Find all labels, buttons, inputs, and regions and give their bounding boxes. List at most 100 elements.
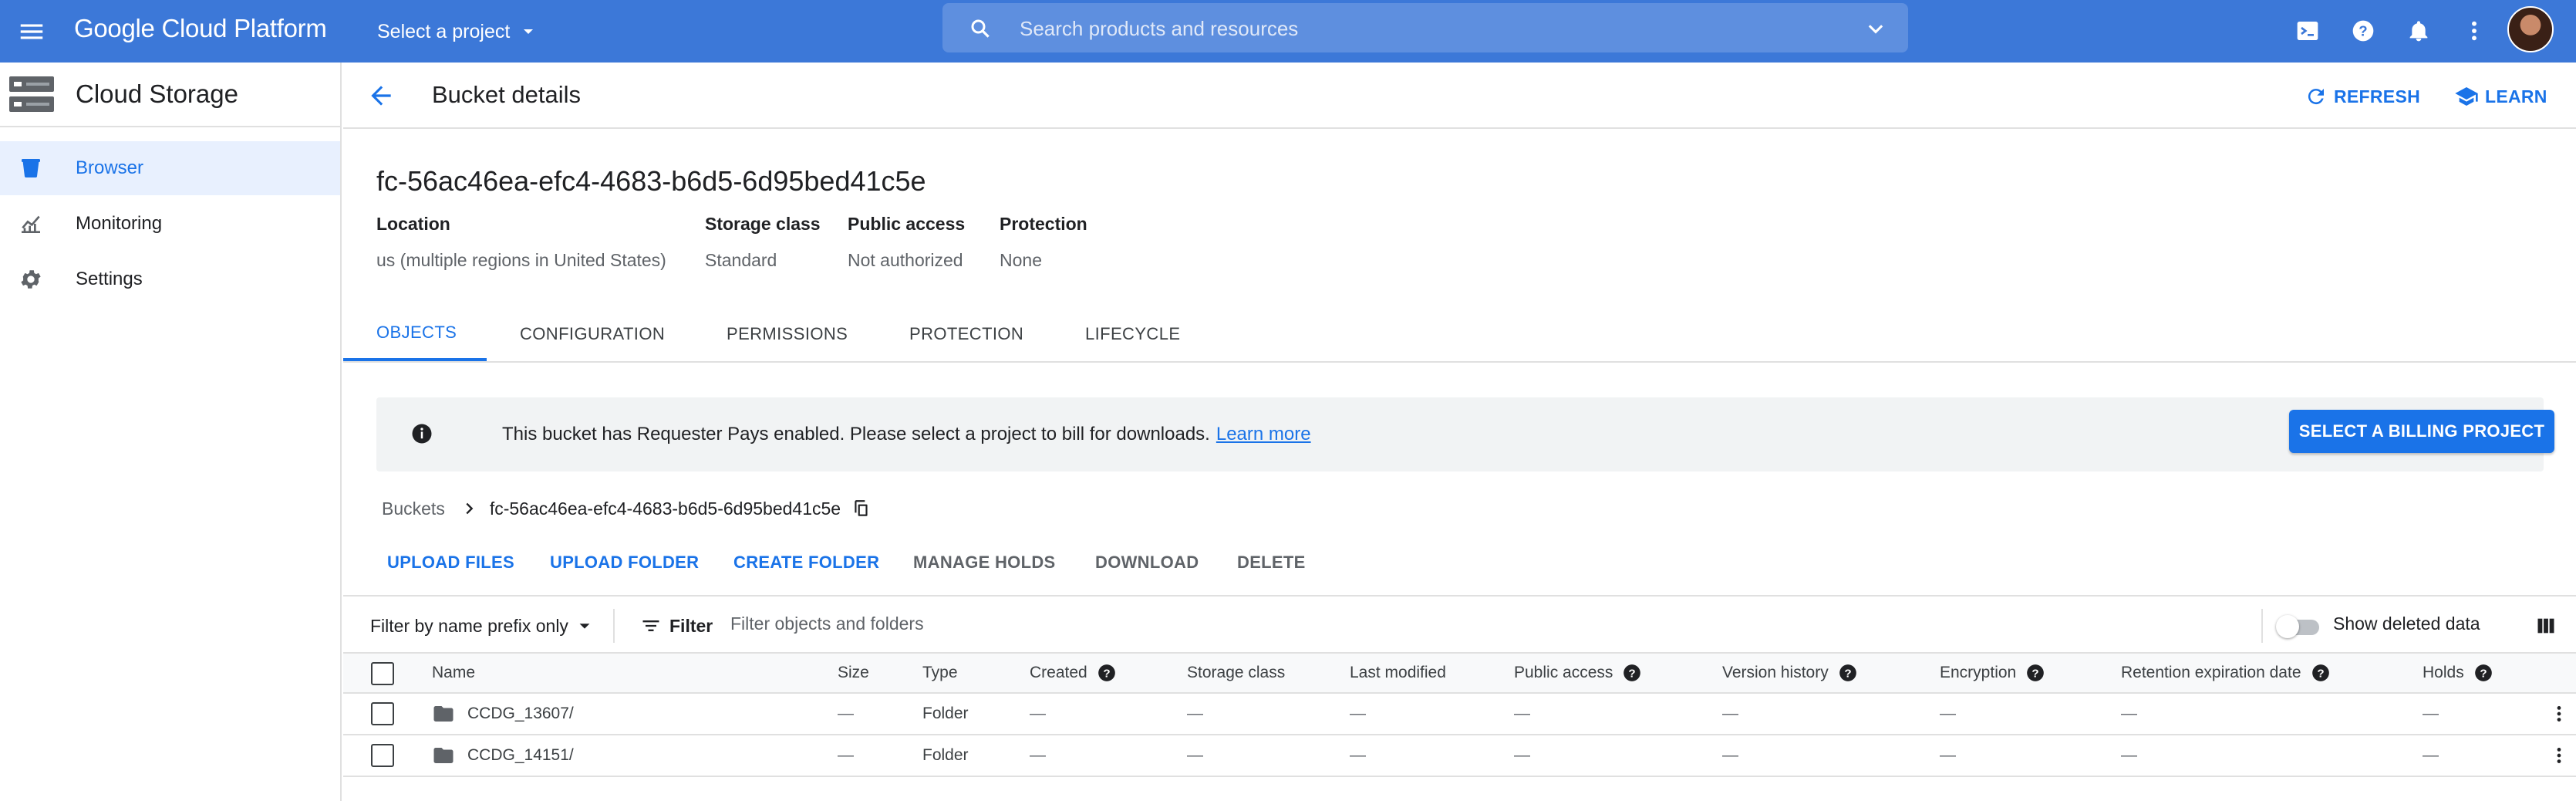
- manage-holds-button[interactable]: MANAGE HOLDS: [913, 549, 1056, 576]
- help-icon[interactable]: ?: [1622, 663, 1642, 683]
- help-icon[interactable]: ?: [2348, 15, 2379, 46]
- help-icon[interactable]: ?: [2025, 663, 2045, 683]
- banner-message: This bucket has Requester Pays enabled. …: [502, 424, 1311, 445]
- table-row[interactable]: CCDG_13607/ — Folder — — — — — — — —: [343, 694, 2576, 735]
- col-size[interactable]: Size: [838, 654, 869, 692]
- upload-files-button[interactable]: UPLOAD FILES: [387, 549, 514, 576]
- col-public-access[interactable]: Public access ?: [1514, 654, 1642, 692]
- back-arrow-icon[interactable]: [366, 81, 396, 110]
- tab-lifecycle[interactable]: LIFECYCLE: [1085, 306, 1180, 361]
- sidebar-title: Cloud Storage: [76, 79, 238, 108]
- tab-permissions[interactable]: PERMISSIONS: [727, 306, 848, 361]
- svg-text:?: ?: [1629, 667, 1636, 680]
- row-version-history: —: [1722, 705, 1738, 722]
- meta-public-access: Public access Not authorized: [848, 214, 965, 271]
- meta-value: us (multiple regions in United States): [376, 250, 666, 270]
- col-holds[interactable]: Holds ?: [2423, 654, 2493, 692]
- help-icon[interactable]: ?: [1838, 663, 1858, 683]
- learn-more-link[interactable]: Learn more: [1216, 424, 1311, 444]
- col-retention-label: Retention expiration date: [2121, 664, 2301, 681]
- col-version-history[interactable]: Version history ?: [1722, 654, 1858, 692]
- table-row[interactable]: CCDG_14151/ — Folder — — — — — — — —: [343, 735, 2576, 777]
- product-brand[interactable]: Google Cloud Platform: [74, 14, 327, 43]
- upload-folder-button[interactable]: UPLOAD FOLDER: [550, 549, 699, 576]
- folder-icon: [432, 702, 455, 725]
- row-more-vert-icon[interactable]: [2549, 735, 2569, 776]
- gear-icon: [19, 267, 43, 292]
- breadcrumb-buckets-link[interactable]: Buckets: [382, 499, 445, 519]
- select-billing-project-button[interactable]: SELECT A BILLING PROJECT: [2289, 410, 2554, 453]
- help-icon[interactable]: ?: [2473, 663, 2493, 683]
- col-name[interactable]: Name: [432, 654, 475, 692]
- tab-protection[interactable]: PROTECTION: [909, 306, 1023, 361]
- row-checkbox[interactable]: [371, 702, 394, 725]
- project-selector[interactable]: Select a project: [377, 17, 538, 46]
- row-name[interactable]: CCDG_14151/: [467, 746, 574, 765]
- row-storage-class: —: [1187, 746, 1203, 764]
- row-type: Folder: [922, 746, 969, 764]
- sidebar-item-settings[interactable]: Settings: [0, 252, 340, 306]
- meta-value: Standard: [705, 250, 777, 270]
- col-holds-label: Holds: [2423, 664, 2464, 681]
- hamburger-menu-icon[interactable]: [17, 17, 46, 46]
- row-name-cell[interactable]: CCDG_14151/: [432, 735, 574, 776]
- row-storage-class: —: [1187, 705, 1203, 722]
- show-deleted-toggle[interactable]: [2276, 615, 2322, 638]
- tab-configuration[interactable]: CONFIGURATION: [520, 306, 665, 361]
- help-icon[interactable]: ?: [2311, 663, 2331, 683]
- filter-bar: Filter by name prefix only Filter Filter…: [343, 595, 2576, 654]
- filter-prefix-dropdown[interactable]: Filter by name prefix only: [370, 613, 593, 638]
- row-name[interactable]: CCDG_13607/: [467, 705, 574, 723]
- col-retention[interactable]: Retention expiration date ?: [2121, 654, 2331, 692]
- sidebar-item-browser[interactable]: Browser: [0, 141, 340, 195]
- create-folder-button[interactable]: CREATE FOLDER: [733, 549, 879, 576]
- table-header-row: Name Size Type Created ? Storage class L…: [343, 654, 2576, 694]
- refresh-button[interactable]: REFRESH: [2305, 84, 2420, 109]
- bucket-icon: [19, 156, 43, 181]
- tab-bar: OBJECTS CONFIGURATION PERMISSIONS PROTEC…: [343, 306, 2576, 363]
- column-display-icon[interactable]: [2535, 615, 2557, 637]
- tab-objects[interactable]: OBJECTS: [343, 306, 487, 361]
- filter-button[interactable]: Filter: [640, 613, 713, 638]
- filter-list-icon: [640, 615, 669, 637]
- learn-button[interactable]: LEARN: [2454, 84, 2547, 109]
- sidebar-item-label: Monitoring: [76, 213, 163, 234]
- breadcrumb: Buckets fc-56ac46ea-efc4-4683-b6d5-6d95b…: [382, 495, 872, 522]
- copy-icon[interactable]: [851, 499, 872, 519]
- col-encryption[interactable]: Encryption ?: [1940, 654, 2045, 692]
- help-icon[interactable]: ?: [1097, 663, 1117, 683]
- cloud-shell-icon[interactable]: [2292, 15, 2323, 46]
- sidebar-item-monitoring[interactable]: Monitoring: [0, 197, 340, 251]
- page-header: Bucket details REFRESH LEARN: [343, 63, 2576, 129]
- col-last-modified[interactable]: Last modified: [1350, 654, 1446, 692]
- download-button[interactable]: DOWNLOAD: [1095, 549, 1199, 576]
- row-encryption: —: [1940, 705, 1956, 722]
- row-more-vert-icon[interactable]: [2549, 694, 2569, 734]
- more-vert-icon[interactable]: [2459, 15, 2490, 46]
- meta-key: Public access: [848, 214, 966, 234]
- notifications-bell-icon[interactable]: [2403, 15, 2434, 46]
- meta-value: None: [1000, 250, 1042, 270]
- meta-key: Storage class: [705, 214, 821, 234]
- search-bar[interactable]: Search products and resources: [942, 3, 1908, 52]
- col-public-access-label: Public access: [1514, 664, 1613, 681]
- user-avatar[interactable]: [2507, 6, 2554, 52]
- delete-button[interactable]: DELETE: [1237, 549, 1306, 576]
- col-created[interactable]: Created ?: [1030, 654, 1117, 692]
- caret-down-icon: [510, 22, 538, 41]
- row-name-cell[interactable]: CCDG_13607/: [432, 694, 574, 734]
- filter-objects-input[interactable]: Filter objects and folders: [730, 613, 924, 634]
- sidebar-header: Cloud Storage: [0, 63, 340, 127]
- col-type[interactable]: Type: [922, 654, 958, 692]
- svg-text:?: ?: [2359, 23, 2367, 39]
- sidebar: Cloud Storage Browser Monitoring Setting…: [0, 63, 342, 801]
- select-all-checkbox[interactable]: [371, 662, 394, 685]
- row-checkbox[interactable]: [371, 744, 394, 767]
- top-app-bar: Google Cloud Platform Select a project S…: [0, 0, 2576, 63]
- chevron-down-icon[interactable]: [1865, 19, 1886, 40]
- col-storage-class[interactable]: Storage class: [1187, 654, 1285, 692]
- search-input[interactable]: Search products and resources: [1020, 17, 1298, 41]
- school-cap-icon: [2454, 84, 2485, 109]
- project-selector-label: Select a project: [377, 20, 511, 42]
- sidebar-item-label: Browser: [76, 157, 144, 178]
